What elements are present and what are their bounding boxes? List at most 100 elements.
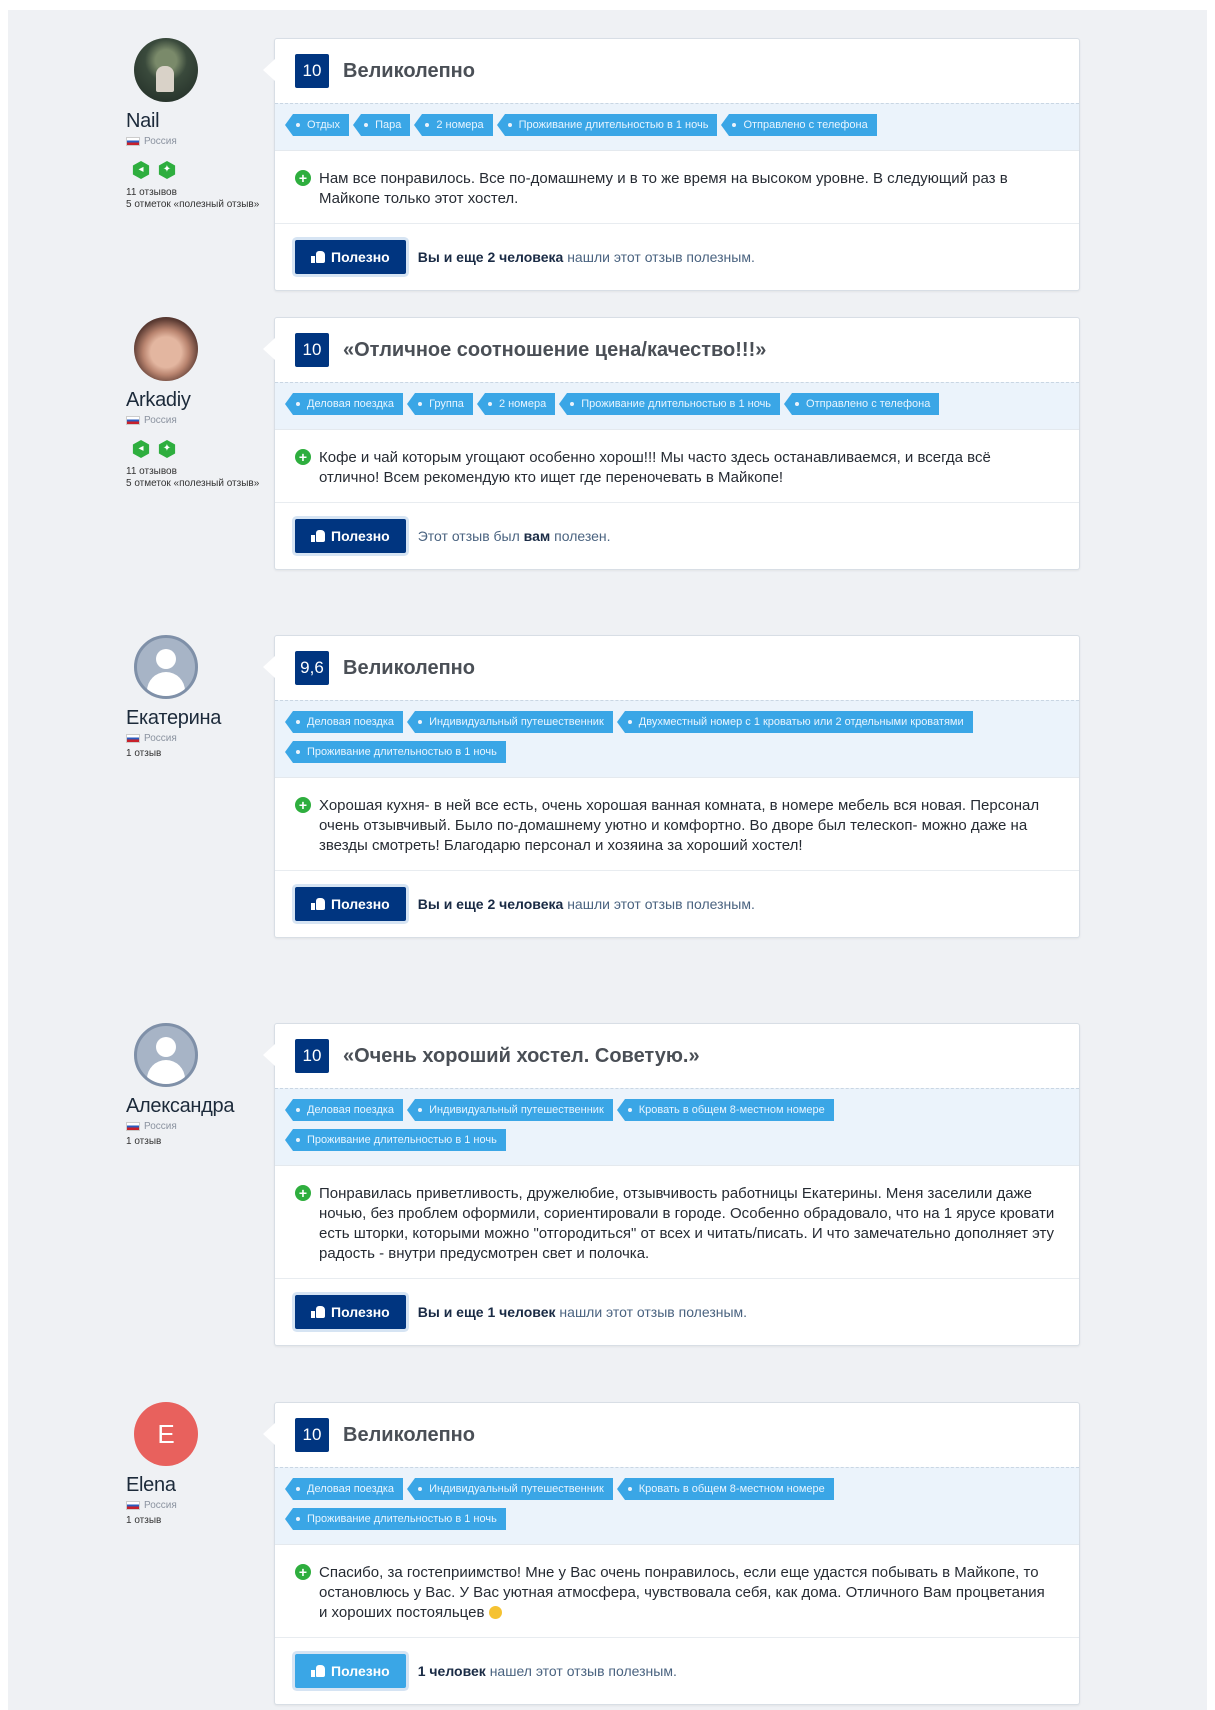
review-title: Великолепно xyxy=(343,656,475,679)
reviewer-review-count: 1 отзыв xyxy=(126,748,162,759)
review-tag[interactable]: 2 номера xyxy=(476,393,556,415)
reviewer-name: Екатерина xyxy=(126,707,222,729)
review-score: 10 xyxy=(295,333,329,367)
helpful-text: 1 человек нашел этот отзыв полезным. xyxy=(417,1663,677,1679)
review-positive: + Кофе и чай которым угощают особенно хо… xyxy=(275,430,1079,503)
flag-icon xyxy=(126,416,140,425)
review-tag[interactable]: Индивидуальный путешественник xyxy=(407,1478,613,1500)
reviewer-review-count: 1 отзыв xyxy=(126,1515,162,1526)
thumbs-up-icon xyxy=(311,251,325,263)
review-text: Нам все понравилось. Все по-домашнему и … xyxy=(319,170,1008,207)
reviewer-review-count: 11 отзывов xyxy=(126,466,177,477)
review-positive: + Хорошая кухня- в ней все есть, очень х… xyxy=(275,778,1079,871)
plus-icon: + xyxy=(295,797,311,813)
reviewer-badges: ◂ ✦ xyxy=(132,161,266,179)
thumbs-up-icon xyxy=(311,898,325,910)
review-tag[interactable]: Двухместный номер с 1 кроватью или 2 отд… xyxy=(616,711,973,733)
review-tag[interactable]: Проживание длительностью в 1 ночь xyxy=(496,114,718,136)
review-positive: + Нам все понравилось. Все по-домашнему … xyxy=(275,151,1079,224)
badge-icon: ✦ xyxy=(158,440,176,458)
helpful-button[interactable]: Полезно xyxy=(295,1295,406,1329)
review-footer: Полезно Вы и еще 2 человека нашли этот о… xyxy=(275,224,1079,290)
helpful-text: Вы и еще 2 человека нашли этот отзыв пол… xyxy=(417,896,755,912)
flag-icon xyxy=(126,137,140,146)
reviewer-review-count: 11 отзывов xyxy=(126,187,177,198)
review-card: 10 Великолепно Деловая поездка Индивидуа… xyxy=(263,1402,1080,1705)
reviewer-name: Arkadiy xyxy=(126,389,191,411)
review-header: 10 «Очень хороший хостел. Советую.» xyxy=(275,1024,1079,1088)
helpful-text: Вы и еще 2 человека нашли этот отзыв пол… xyxy=(417,249,755,265)
review-card: 9,6 Великолепно Деловая поездка Индивиду… xyxy=(263,635,1080,938)
review-tag[interactable]: Деловая поездка xyxy=(284,711,404,733)
helpful-text: Этот отзыв был вам полезен. xyxy=(417,528,611,544)
review-tags: Деловая поездка Индивидуальный путешеств… xyxy=(275,1467,1079,1545)
reviewer-country: Россия xyxy=(126,136,266,147)
reviewer-name: Elena xyxy=(126,1474,176,1496)
review-tag[interactable]: Отправлено с телефона xyxy=(784,393,940,415)
flag-icon xyxy=(126,1122,140,1131)
review-tag[interactable]: 2 номера xyxy=(414,114,493,136)
review-card: 10 «Очень хороший хостел. Советую.» Дело… xyxy=(263,1023,1080,1346)
review-tags: Деловая поездка Группа 2 номера Проживан… xyxy=(275,382,1079,430)
helpful-button[interactable]: Полезно xyxy=(295,887,406,921)
thumbs-up-icon xyxy=(311,1306,325,1318)
review-footer: Полезно Вы и еще 2 человека нашли этот о… xyxy=(275,871,1079,937)
thumbs-up-icon xyxy=(311,530,325,542)
helpful-button[interactable]: Полезно xyxy=(295,519,406,553)
review-header: 10 Великолепно xyxy=(275,39,1079,103)
badge-icon: ◂ xyxy=(132,440,150,458)
review-tag[interactable]: Проживание длительностью в 1 ночь xyxy=(285,741,506,763)
avatar xyxy=(134,317,198,381)
thumbs-up-icon xyxy=(311,1665,325,1677)
reviews-page: Nail Россия ◂ ✦ 11 отзывов 5 отметок «по… xyxy=(8,10,1207,1710)
reviewer-country: Россия xyxy=(126,1121,266,1132)
flag-icon xyxy=(126,734,140,743)
reviewer-info: Александра Россия 1 отзыв xyxy=(126,1023,266,1148)
review-tag[interactable]: Деловая поездка xyxy=(284,1478,404,1500)
reviewer-helpful-count: 5 отметок «полезный отзыв» xyxy=(126,199,260,210)
review-tags: Деловая поездка Индивидуальный путешеств… xyxy=(275,700,1079,778)
review-header: 10 «Отличное соотношение цена/качество!!… xyxy=(275,318,1079,382)
helpful-button[interactable]: Полезно xyxy=(295,240,406,274)
review-text: Понравилась приветливость, дружелюбие, о… xyxy=(319,1185,1055,1262)
review-tag[interactable]: Проживание длительностью в 1 ночь xyxy=(285,1129,506,1151)
review-tags: Отдых Пара 2 номера Проживание длительно… xyxy=(275,103,1079,151)
badge-icon: ◂ xyxy=(132,161,150,179)
reviewer-country: Россия xyxy=(126,733,266,744)
review-tag[interactable]: Кровать в общем 8-местном номере xyxy=(616,1478,834,1500)
review-tag[interactable]: Деловая поездка xyxy=(284,393,404,415)
reviewer-review-count: 1 отзыв xyxy=(126,1136,162,1147)
helpful-text: Вы и еще 1 человек нашли этот отзыв поле… xyxy=(417,1304,748,1320)
avatar: E xyxy=(134,1402,198,1466)
review-tag[interactable]: Индивидуальный путешественник xyxy=(407,711,613,733)
review-text: Хорошая кухня- в ней все есть, очень хор… xyxy=(319,797,1040,854)
review-score: 9,6 xyxy=(295,651,329,685)
review-title: Великолепно xyxy=(343,1423,475,1446)
review-tag[interactable]: Индивидуальный путешественник xyxy=(407,1099,613,1121)
review-tag[interactable]: Пара xyxy=(353,114,411,136)
review-text: Спасибо, за гостеприимство! Мне у Вас оч… xyxy=(319,1564,1045,1621)
review-footer: Полезно Этот отзыв был вам полезен. xyxy=(275,503,1079,569)
review-tag[interactable]: Проживание длительностью в 1 ночь xyxy=(559,393,781,415)
review-header: 10 Великолепно xyxy=(275,1403,1079,1467)
review-tag[interactable]: Отправлено с телефона xyxy=(721,114,877,136)
flag-icon xyxy=(126,1501,140,1510)
plus-icon: + xyxy=(295,449,311,465)
review-tag[interactable]: Деловая поездка xyxy=(284,1099,404,1121)
review-tag[interactable]: Кровать в общем 8-местном номере xyxy=(616,1099,834,1121)
plus-icon: + xyxy=(295,1564,311,1580)
reviewer-info: Arkadiy Россия ◂ ✦ 11 отзывов 5 отметок … xyxy=(126,317,266,490)
review-tag[interactable]: Отдых xyxy=(284,114,350,136)
avatar xyxy=(134,1023,198,1087)
review-footer: Полезно 1 человек нашел этот отзыв полез… xyxy=(275,1638,1079,1704)
reviewer-name: Александра xyxy=(126,1095,235,1117)
reviewer-info: Nail Россия ◂ ✦ 11 отзывов 5 отметок «по… xyxy=(126,38,266,211)
review-tags: Деловая поездка Индивидуальный путешеств… xyxy=(275,1088,1079,1166)
review-tag[interactable]: Группа xyxy=(407,393,473,415)
reviewer-helpful-count: 5 отметок «полезный отзыв» xyxy=(126,478,260,489)
reviewer-name: Nail xyxy=(126,110,160,132)
review-tag[interactable]: Проживание длительностью в 1 ночь xyxy=(285,1508,506,1530)
plus-icon: + xyxy=(295,170,311,186)
reviewer-info: Екатерина Россия 1 отзыв xyxy=(126,635,266,760)
helpful-button[interactable]: Полезно xyxy=(295,1654,406,1688)
